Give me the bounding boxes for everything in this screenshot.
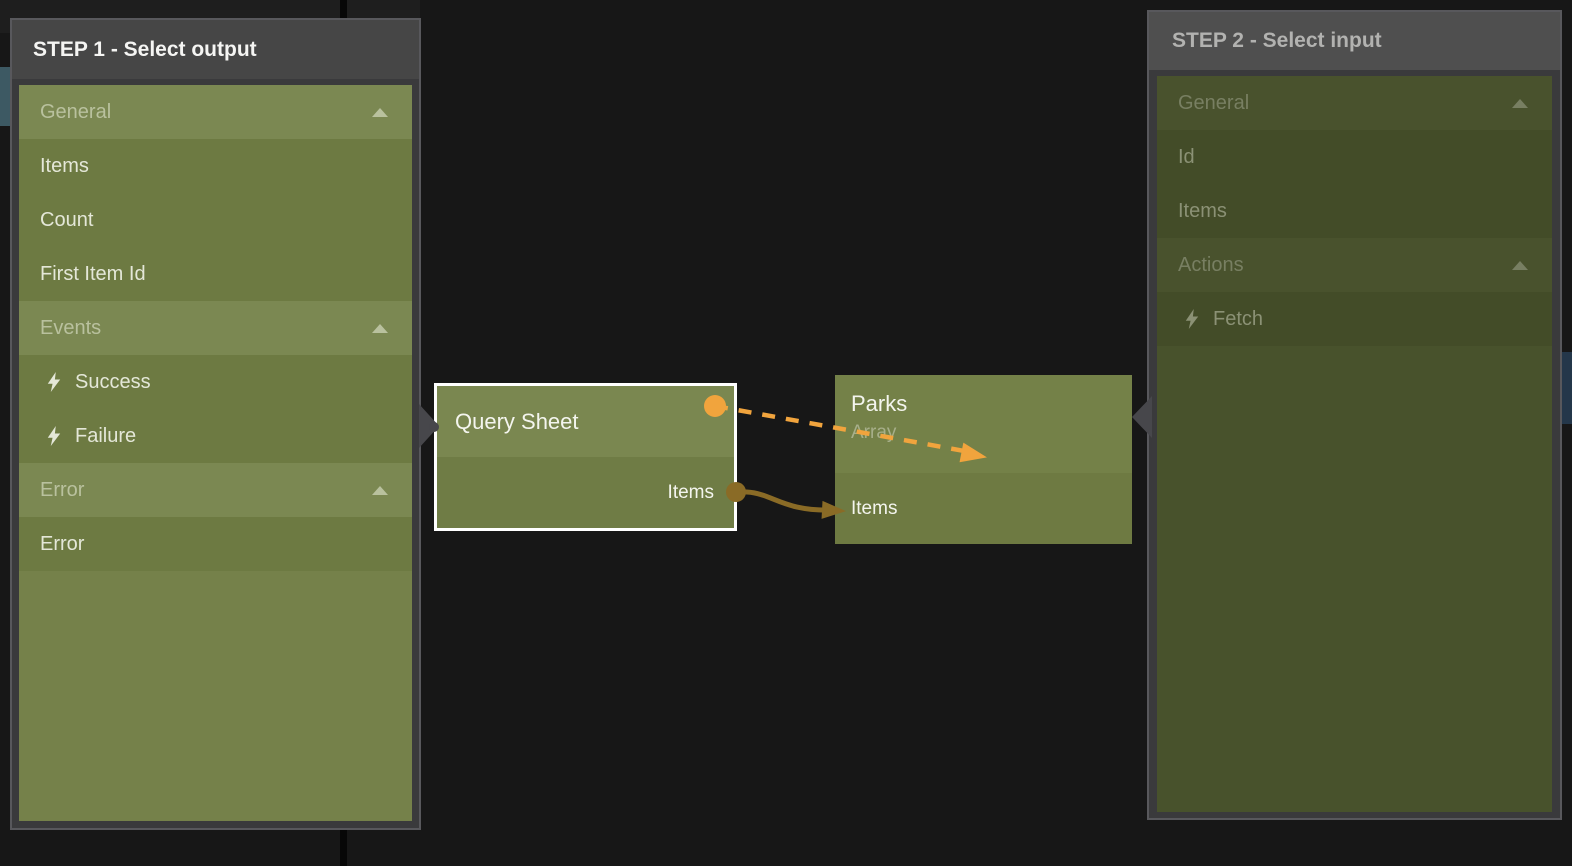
- row-label: Items: [1178, 200, 1227, 223]
- row-label: General: [1178, 92, 1249, 115]
- node-parks-input-row[interactable]: Items: [835, 473, 1132, 544]
- step2-item-fetch[interactable]: Fetch: [1157, 292, 1552, 346]
- chevron-up-icon: [372, 486, 388, 495]
- row-label: First Item Id: [40, 263, 146, 286]
- step1-header-events[interactable]: Events: [19, 301, 412, 355]
- row-label: Error: [40, 533, 84, 556]
- step1-panel-title: STEP 1 - Select output: [12, 20, 419, 79]
- node-query-sheet-header: Query Sheet: [437, 386, 734, 457]
- step1-header-general[interactable]: General: [19, 85, 412, 139]
- lightning-icon: [47, 372, 61, 392]
- step1-item-failure[interactable]: Failure: [19, 409, 412, 463]
- mapping-canvas: STEP 1 - Select output General Items Cou…: [0, 0, 1572, 866]
- row-label: Id: [1178, 146, 1195, 169]
- step2-item-items[interactable]: Items: [1157, 184, 1552, 238]
- row-label: Success: [75, 371, 151, 394]
- right-edge-accent: [1562, 352, 1572, 424]
- node-query-sheet-output-row[interactable]: Items: [437, 457, 734, 528]
- output-port-label-items: Items: [668, 482, 714, 504]
- row-label: Fetch: [1213, 308, 1263, 331]
- step2-panel-list: General Id Items Actions Fetch: [1157, 76, 1552, 812]
- step2-item-id[interactable]: Id: [1157, 130, 1552, 184]
- chevron-up-icon: [1512, 261, 1528, 270]
- input-port-label-items: Items: [851, 498, 897, 520]
- row-label: Count: [40, 209, 93, 232]
- node-query-sheet-title: Query Sheet: [455, 409, 579, 435]
- step1-item-count[interactable]: Count: [19, 193, 412, 247]
- lightning-icon: [1185, 309, 1199, 329]
- node-parks-header: Parks Array: [835, 375, 1132, 473]
- step1-item-success[interactable]: Success: [19, 355, 412, 409]
- row-label: Events: [40, 317, 101, 340]
- connection-solid-line[interactable]: [739, 492, 834, 510]
- step1-header-error[interactable]: Error: [19, 463, 412, 517]
- step2-panel: STEP 2 - Select input General Id Items A…: [1149, 12, 1560, 818]
- row-label: Items: [40, 155, 89, 178]
- step1-item-error[interactable]: Error: [19, 517, 412, 571]
- row-label: Failure: [75, 425, 136, 448]
- chevron-up-icon: [1512, 99, 1528, 108]
- chevron-up-icon: [372, 324, 388, 333]
- row-label: General: [40, 101, 111, 124]
- step1-panel: STEP 1 - Select output General Items Cou…: [12, 20, 419, 828]
- lightning-icon: [47, 426, 61, 446]
- chevron-up-icon: [372, 108, 388, 117]
- left-edge-accent: [0, 67, 12, 126]
- node-parks-title: Parks: [851, 391, 1132, 417]
- step2-header-actions[interactable]: Actions: [1157, 238, 1552, 292]
- step1-panel-list: General Items Count First Item Id Events…: [19, 85, 412, 821]
- step2-panel-title: STEP 2 - Select input: [1149, 12, 1560, 70]
- step1-item-items[interactable]: Items: [19, 139, 412, 193]
- node-query-sheet[interactable]: Query Sheet Items: [434, 383, 737, 531]
- node-parks-subtitle: Array: [851, 422, 1132, 444]
- step2-header-general[interactable]: General: [1157, 76, 1552, 130]
- step1-item-first-item-id[interactable]: First Item Id: [19, 247, 412, 301]
- row-label: Actions: [1178, 254, 1244, 277]
- node-parks[interactable]: Parks Array Items: [835, 375, 1132, 544]
- row-label: Error: [40, 479, 84, 502]
